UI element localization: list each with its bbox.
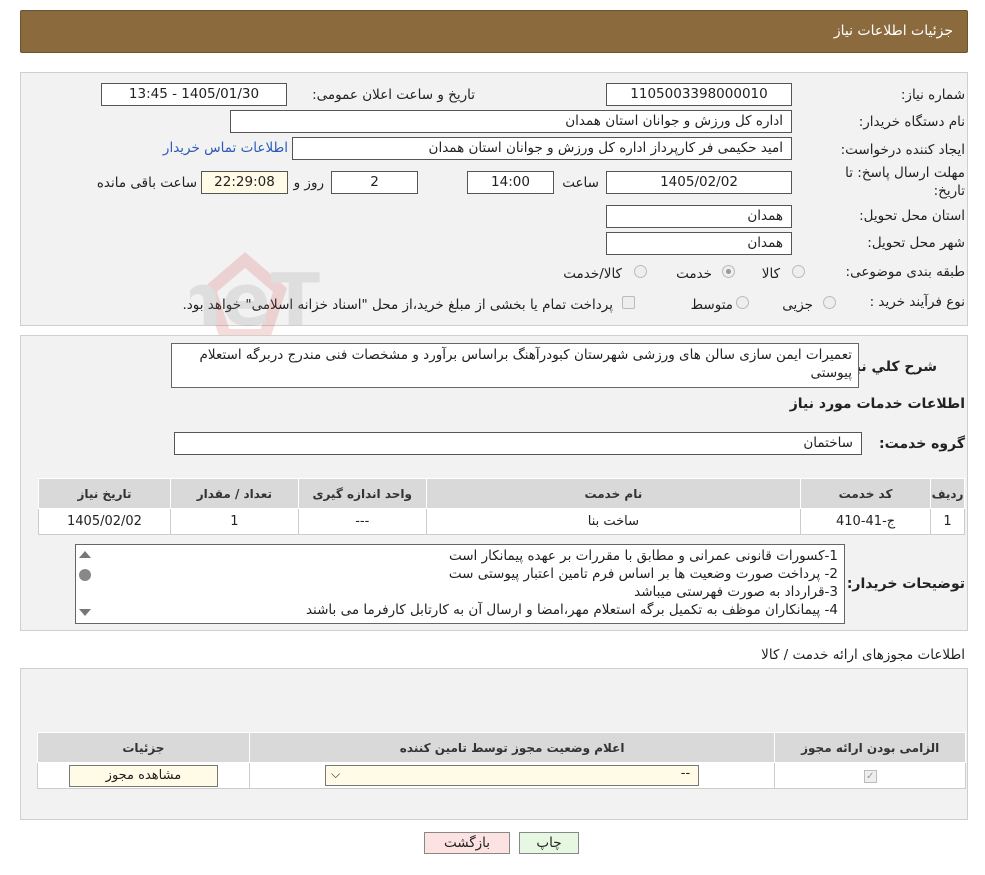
cell-unit: --- [297, 508, 427, 535]
cell-permit-details: مشاهده مجوز [37, 762, 250, 789]
summary-textarea[interactable]: تعمیرات ایمن سازی سالن های ورزشی شهرستان… [171, 343, 859, 388]
process-label: نوع فرآیند خرید : [869, 294, 965, 310]
need-number-label: شماره نیاز: [900, 87, 965, 103]
creator-field: امید حکیمی فر کارپرداز اداره کل ورزش و ج… [292, 137, 792, 160]
announce-date-label: تاریخ و ساعت اعلان عمومی: [312, 87, 475, 103]
process-note: پرداخت تمام یا بخشی از مبلغ خرید،از محل … [182, 297, 613, 313]
category-label: طبقه بندی موضوعی: [845, 264, 965, 280]
permits-table: الزامی بودن ارائه مجوز اعلام وضعیت مجوز … [37, 732, 966, 789]
permits-table-header: الزامی بودن ارائه مجوز اعلام وضعیت مجوز … [37, 732, 966, 763]
buyer-notes-textarea[interactable]: 1-کسورات قانونی عمرانی و مطابق با مقررات… [75, 544, 845, 624]
scroll-down-icon[interactable] [79, 609, 91, 616]
services-section-title: اطلاعات خدمات مورد نياز [789, 396, 965, 412]
process-option-medium: متوسط [690, 297, 733, 313]
remaining-time-field: 22:29:08 [201, 171, 288, 194]
col-need-date: تاریخ نیاز [38, 478, 171, 509]
category-radio-goods-service[interactable] [634, 265, 647, 278]
print-button[interactable]: چاپ [519, 832, 579, 854]
col-row: ردیف [930, 478, 965, 509]
col-service-code: کد خدمت [800, 478, 932, 509]
scroll-thumb[interactable] [79, 569, 91, 581]
permit-select-value: -- [680, 766, 691, 781]
category-option-goods-service: کالا/خدمت [563, 266, 622, 282]
col-quantity: تعداد / مقدار [169, 478, 299, 509]
city-label: شهر محل تحویل: [867, 235, 965, 251]
need-number-field: 1105003398000010 [606, 83, 792, 106]
cell-service-name: ساخت بنا [425, 508, 802, 535]
table-row: 1 ج-41-410 ساخت بنا --- 1 1405/02/02 [38, 508, 965, 535]
view-permit-button[interactable]: مشاهده مجوز [68, 764, 218, 787]
col-permit-status: اعلام وضعیت مجوز توسط تامین کننده [248, 732, 776, 763]
days-label: روز و [293, 175, 324, 191]
col-unit: واحد اندازه گیری [297, 478, 427, 509]
service-group-field: ساختمان [174, 432, 862, 455]
category-option-goods: کالا [761, 266, 780, 282]
chevron-down-icon: ⌵ [331, 767, 341, 781]
deadline-time-label: ساعت [562, 175, 599, 191]
permit-status-select[interactable]: -- ⌵ [325, 765, 700, 786]
col-permit-required: الزامی بودن ارائه مجوز [774, 732, 966, 763]
table-row: ✓ -- ⌵ مشاهده مجوز [37, 762, 966, 789]
process-option-minor: جزیی [782, 297, 813, 313]
page-header: جزئیات اطلاعات نیاز [20, 10, 968, 53]
days-field: 2 [331, 171, 418, 194]
province-label: استان محل تحویل: [859, 208, 965, 224]
deadline-time-field: 14:00 [467, 171, 554, 194]
cell-permit-required: ✓ [774, 762, 966, 789]
buyer-field: اداره کل ورزش و جوانان استان همدان [230, 110, 792, 133]
scroll-up-icon[interactable] [79, 551, 91, 558]
notes-scrollbar[interactable] [77, 547, 93, 621]
buyer-note-line: 4- پیمانکاران موظف به تکمیل برگه استعلام… [305, 602, 838, 618]
deadline-label-date: تاریخ: [933, 183, 965, 199]
cell-permit-status: -- ⌵ [248, 762, 776, 789]
category-option-service: خدمت [676, 266, 712, 282]
col-permit-details: جزئیات [37, 732, 250, 763]
buyer-notes-label: توضیحات خریدار: [846, 576, 965, 592]
city-field: همدان [606, 232, 792, 255]
services-table: ردیف کد خدمت نام خدمت واحد اندازه گیری ت… [38, 478, 965, 535]
page-title: جزئیات اطلاعات نیاز [833, 23, 953, 39]
services-table-header: ردیف کد خدمت نام خدمت واحد اندازه گیری ت… [38, 478, 965, 509]
category-radio-goods[interactable] [792, 265, 805, 278]
category-radio-service[interactable] [722, 265, 735, 278]
permits-section-title: اطلاعات مجوزهای ارائه خدمت / کالا [761, 647, 965, 663]
process-radio-medium[interactable] [736, 296, 749, 309]
deadline-date-field: 1405/02/02 [606, 171, 792, 194]
province-field: همدان [606, 205, 792, 228]
buyer-note-line: 2- پرداخت صورت وضعیت ها بر اساس فرم تامی… [448, 566, 838, 582]
treasury-checkbox[interactable] [622, 296, 635, 309]
buyer-note-line: 3-قرارداد به صورت فهرستی میباشد [634, 584, 838, 600]
cell-need-date: 1405/02/02 [38, 508, 171, 535]
creator-label: ایجاد کننده درخواست: [840, 142, 965, 158]
col-service-name: نام خدمت [425, 478, 802, 509]
permit-required-checkbox: ✓ [863, 770, 877, 783]
back-button[interactable]: بازگشت [424, 832, 510, 854]
deadline-label: مهلت ارسال پاسخ: تا [845, 165, 965, 181]
remaining-time-label: ساعت باقی مانده [96, 175, 197, 191]
cell-service-code: ج-41-410 [800, 508, 932, 535]
buyer-label: نام دستگاه خریدار: [858, 114, 965, 130]
announce-date-field: 1405/01/30 - 13:45 [101, 83, 287, 106]
buyer-contact-link[interactable]: اطلاعات تماس خریدار [163, 140, 288, 156]
cell-row: 1 [930, 508, 965, 535]
buyer-note-line: 1-کسورات قانونی عمرانی و مطابق با مقررات… [448, 548, 838, 564]
process-radio-minor[interactable] [823, 296, 836, 309]
service-group-label: گروه خدمت: [879, 436, 965, 452]
cell-quantity: 1 [169, 508, 299, 535]
